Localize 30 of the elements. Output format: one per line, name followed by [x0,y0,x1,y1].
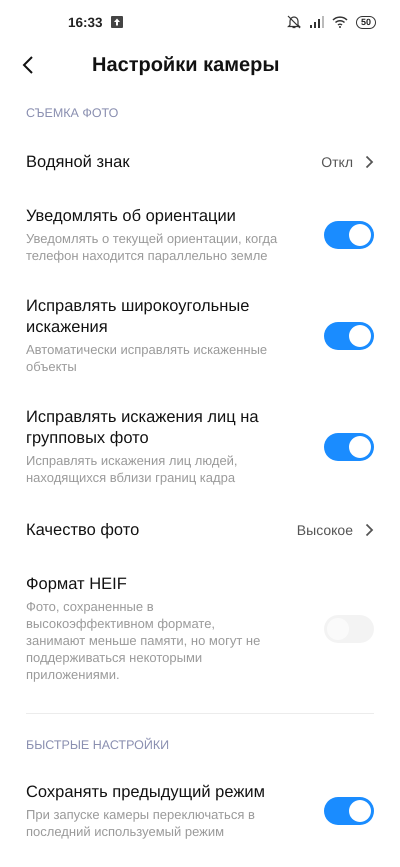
setting-description: При запуске камеры переключаться в последний используемый режим [26,806,256,840]
setting-description: Исправлять искажения лиц людей, находящихся вблизи границ кадра [26,452,239,486]
section-title: БЫСТРЫЕ НАСТРОЙКИ [25,736,170,754]
wifi-icon [332,16,348,28]
setting-value: Высокое [296,522,353,538]
muted-bell-icon [286,15,302,29]
chevron-icon [365,523,374,537]
setting-value: Откл [321,154,353,170]
setting-description: Фото, сохраненные в высокоэффективном формате, занимают меньше памяти, но могут не поддерживаться некоторыми приложениями. [26,598,261,683]
section-title: СЪЕМКА ФОТО [25,105,120,122]
setting-label: Исправлять искажения лиц на групповых фото [26,407,260,449]
setting-description: Уведомлять о текущей ориентации, когда телефон находится параллельно земле [26,230,278,264]
toggle-switch[interactable] [324,432,374,460]
toggle-switch[interactable] [324,797,374,825]
clock-time: 16:33 [68,14,103,30]
setting-label: Исправлять широкоугольные искажения [26,296,250,338]
back-icon [22,55,34,75]
signal-icon [310,16,324,28]
page-title: Настройки камеры [92,54,280,76]
chevron-icon [365,155,374,169]
setting-label: Уведомлять об ориентации [26,206,237,227]
setting-label: Сохранять предыдущий режим [26,782,266,803]
upload-icon [110,16,123,28]
setting-label[interactable]: Качество фото [26,520,285,540]
toggle-switch[interactable] [324,221,374,249]
toggle-switch[interactable] [324,322,374,350]
battery-level: 50 [356,16,376,28]
setting-label[interactable]: Водяной знак [26,152,310,172]
setting-description: Автоматически исправлять искаженные объекты [26,341,268,375]
setting-label: Формат HEIF [26,574,128,595]
